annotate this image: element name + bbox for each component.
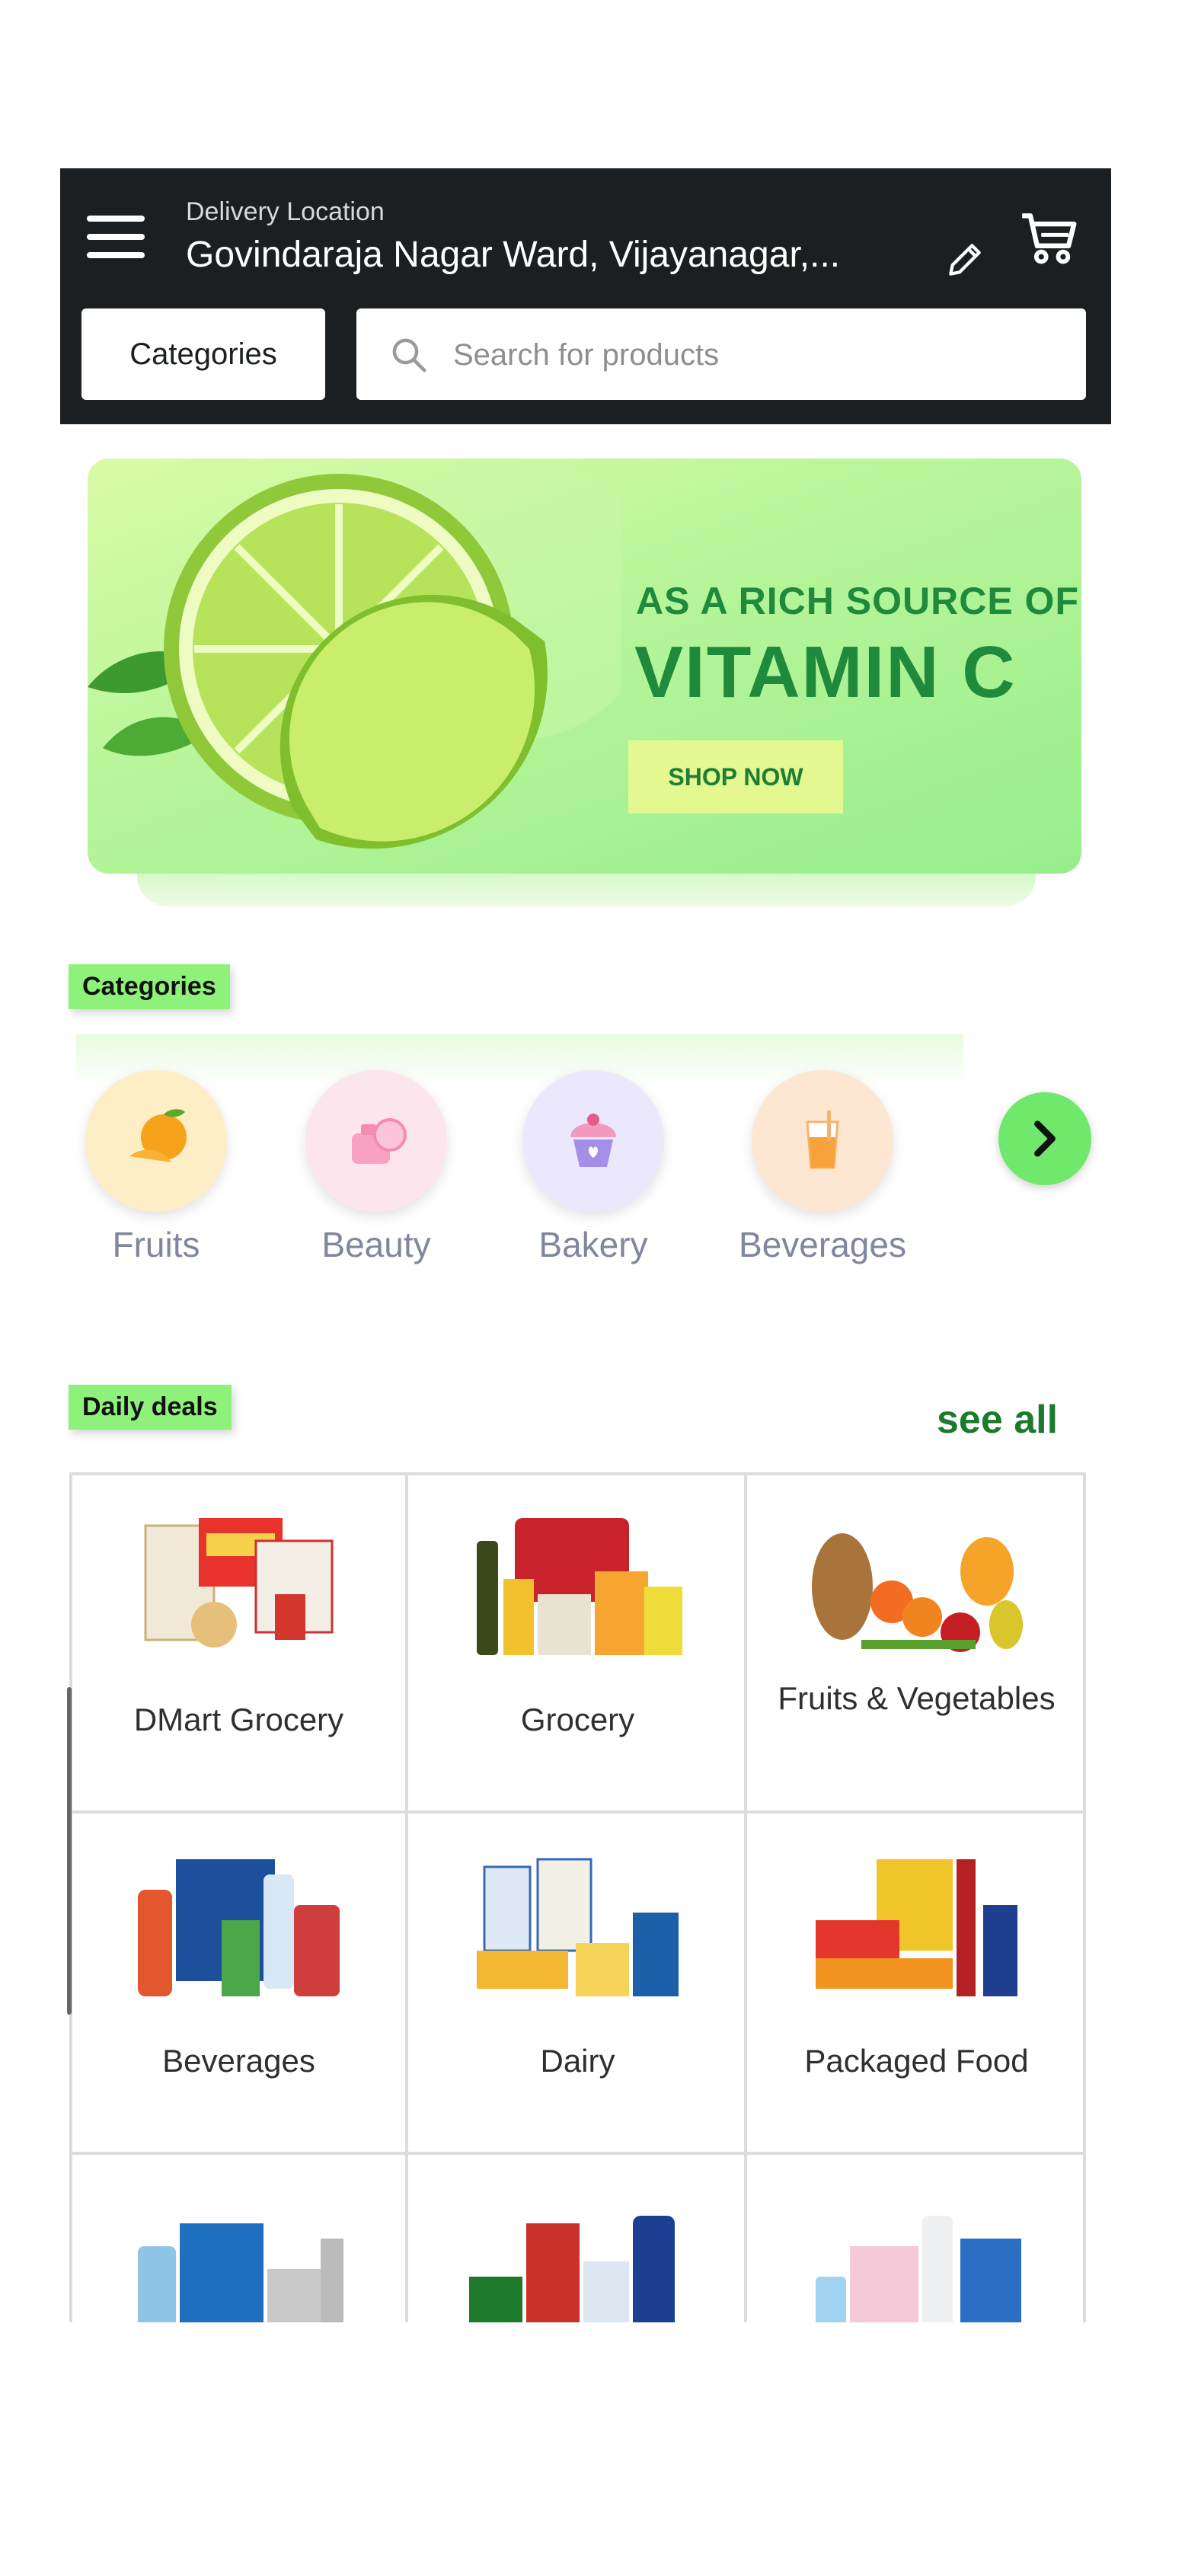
banner-subtitle: AS A RICH SOURCE OF (636, 580, 1079, 622)
app-header: Delivery Location Govindaraja Nagar Ward… (60, 168, 1111, 424)
pencil-edit-icon[interactable] (944, 238, 986, 281)
category-beverages[interactable]: Beverages (739, 1070, 906, 1265)
cupcake-icon (570, 1114, 616, 1167)
daily-deals-section-label: Daily deals (69, 1385, 232, 1430)
search-input[interactable] (452, 331, 1049, 379)
category-circle (752, 1070, 893, 1212)
scroll-indicator[interactable] (67, 1687, 72, 2015)
category-fruits[interactable]: Fruits (72, 1070, 240, 1265)
deal-beverages[interactable]: Beverages (69, 1814, 408, 2155)
cart-icon[interactable] (1017, 205, 1082, 270)
baby-care-image (816, 2216, 1021, 2322)
promo-banner[interactable]: AS A RICH SOURCE OF VITAMIN C SHOP NOW (88, 459, 1081, 874)
deal-label: Fruits & Vegetables (778, 1680, 1056, 1716)
personal-care-image (469, 2216, 675, 2322)
category-circle (522, 1070, 664, 1212)
shop-now-button[interactable]: SHOP NOW (628, 740, 843, 813)
deal-personal-care[interactable] (408, 2155, 747, 2322)
household-products-image (138, 2223, 343, 2322)
orange-fruit-icon (129, 1109, 187, 1162)
category-bakery[interactable]: Bakery (509, 1070, 677, 1265)
deal-label: Dairy (540, 2043, 615, 2079)
deal-label: Beverages (162, 2043, 315, 2079)
category-circle (305, 1070, 447, 1212)
see-all-link[interactable]: see all (937, 1397, 1058, 1443)
categories-button[interactable]: Categories (81, 308, 325, 400)
deal-packaged-food[interactable]: Packaged Food (747, 1814, 1086, 2155)
delivery-location-label: Delivery Location (186, 197, 385, 226)
daily-deals-grid: DMart Grocery Grocery Fruits & Vegetable… (69, 1472, 1086, 2322)
lime-illustration (88, 459, 621, 849)
category-label: Fruits (112, 1225, 200, 1264)
dmart-grocery-image (144, 1518, 334, 1648)
dairy-image (477, 1858, 679, 1996)
beverages-image (138, 1859, 340, 1996)
category-circle (85, 1070, 227, 1212)
fruits-vegetables-image (812, 1533, 1023, 1652)
category-label: Beauty (321, 1225, 431, 1264)
grocery-image (477, 1518, 682, 1655)
deal-baby-care[interactable] (747, 2155, 1086, 2322)
menu-icon[interactable] (87, 216, 145, 258)
deal-label: DMart Grocery (133, 1702, 344, 1737)
deal-grocery[interactable]: Grocery (408, 1472, 747, 1814)
categories-next-button[interactable] (998, 1092, 1091, 1185)
categories-section-label: Categories (69, 964, 230, 1009)
deal-label: Grocery (520, 1702, 635, 1737)
deal-household[interactable] (69, 2155, 408, 2322)
category-label: Bakery (538, 1225, 648, 1264)
juice-glass-icon (806, 1111, 839, 1169)
cosmetics-icon (352, 1118, 407, 1164)
packaged-food-image (816, 1859, 1017, 1996)
deal-dmart-grocery[interactable]: DMart Grocery (69, 1472, 408, 1814)
search-bar[interactable] (356, 308, 1086, 400)
deal-dairy[interactable]: Dairy (408, 1814, 747, 2155)
deal-fruits-vegetables[interactable]: Fruits & Vegetables (747, 1472, 1086, 1814)
category-label: Beverages (739, 1225, 906, 1264)
banner-title: VITAMIN C (634, 631, 1017, 713)
deal-label: Packaged Food (804, 2043, 1029, 2079)
search-icon (392, 338, 426, 372)
delivery-location-value[interactable]: Govindaraja Nagar Ward, Vijayanagar,... (186, 234, 947, 276)
category-beauty[interactable]: Beauty (292, 1070, 460, 1265)
chevron-right-icon (1034, 1120, 1056, 1157)
